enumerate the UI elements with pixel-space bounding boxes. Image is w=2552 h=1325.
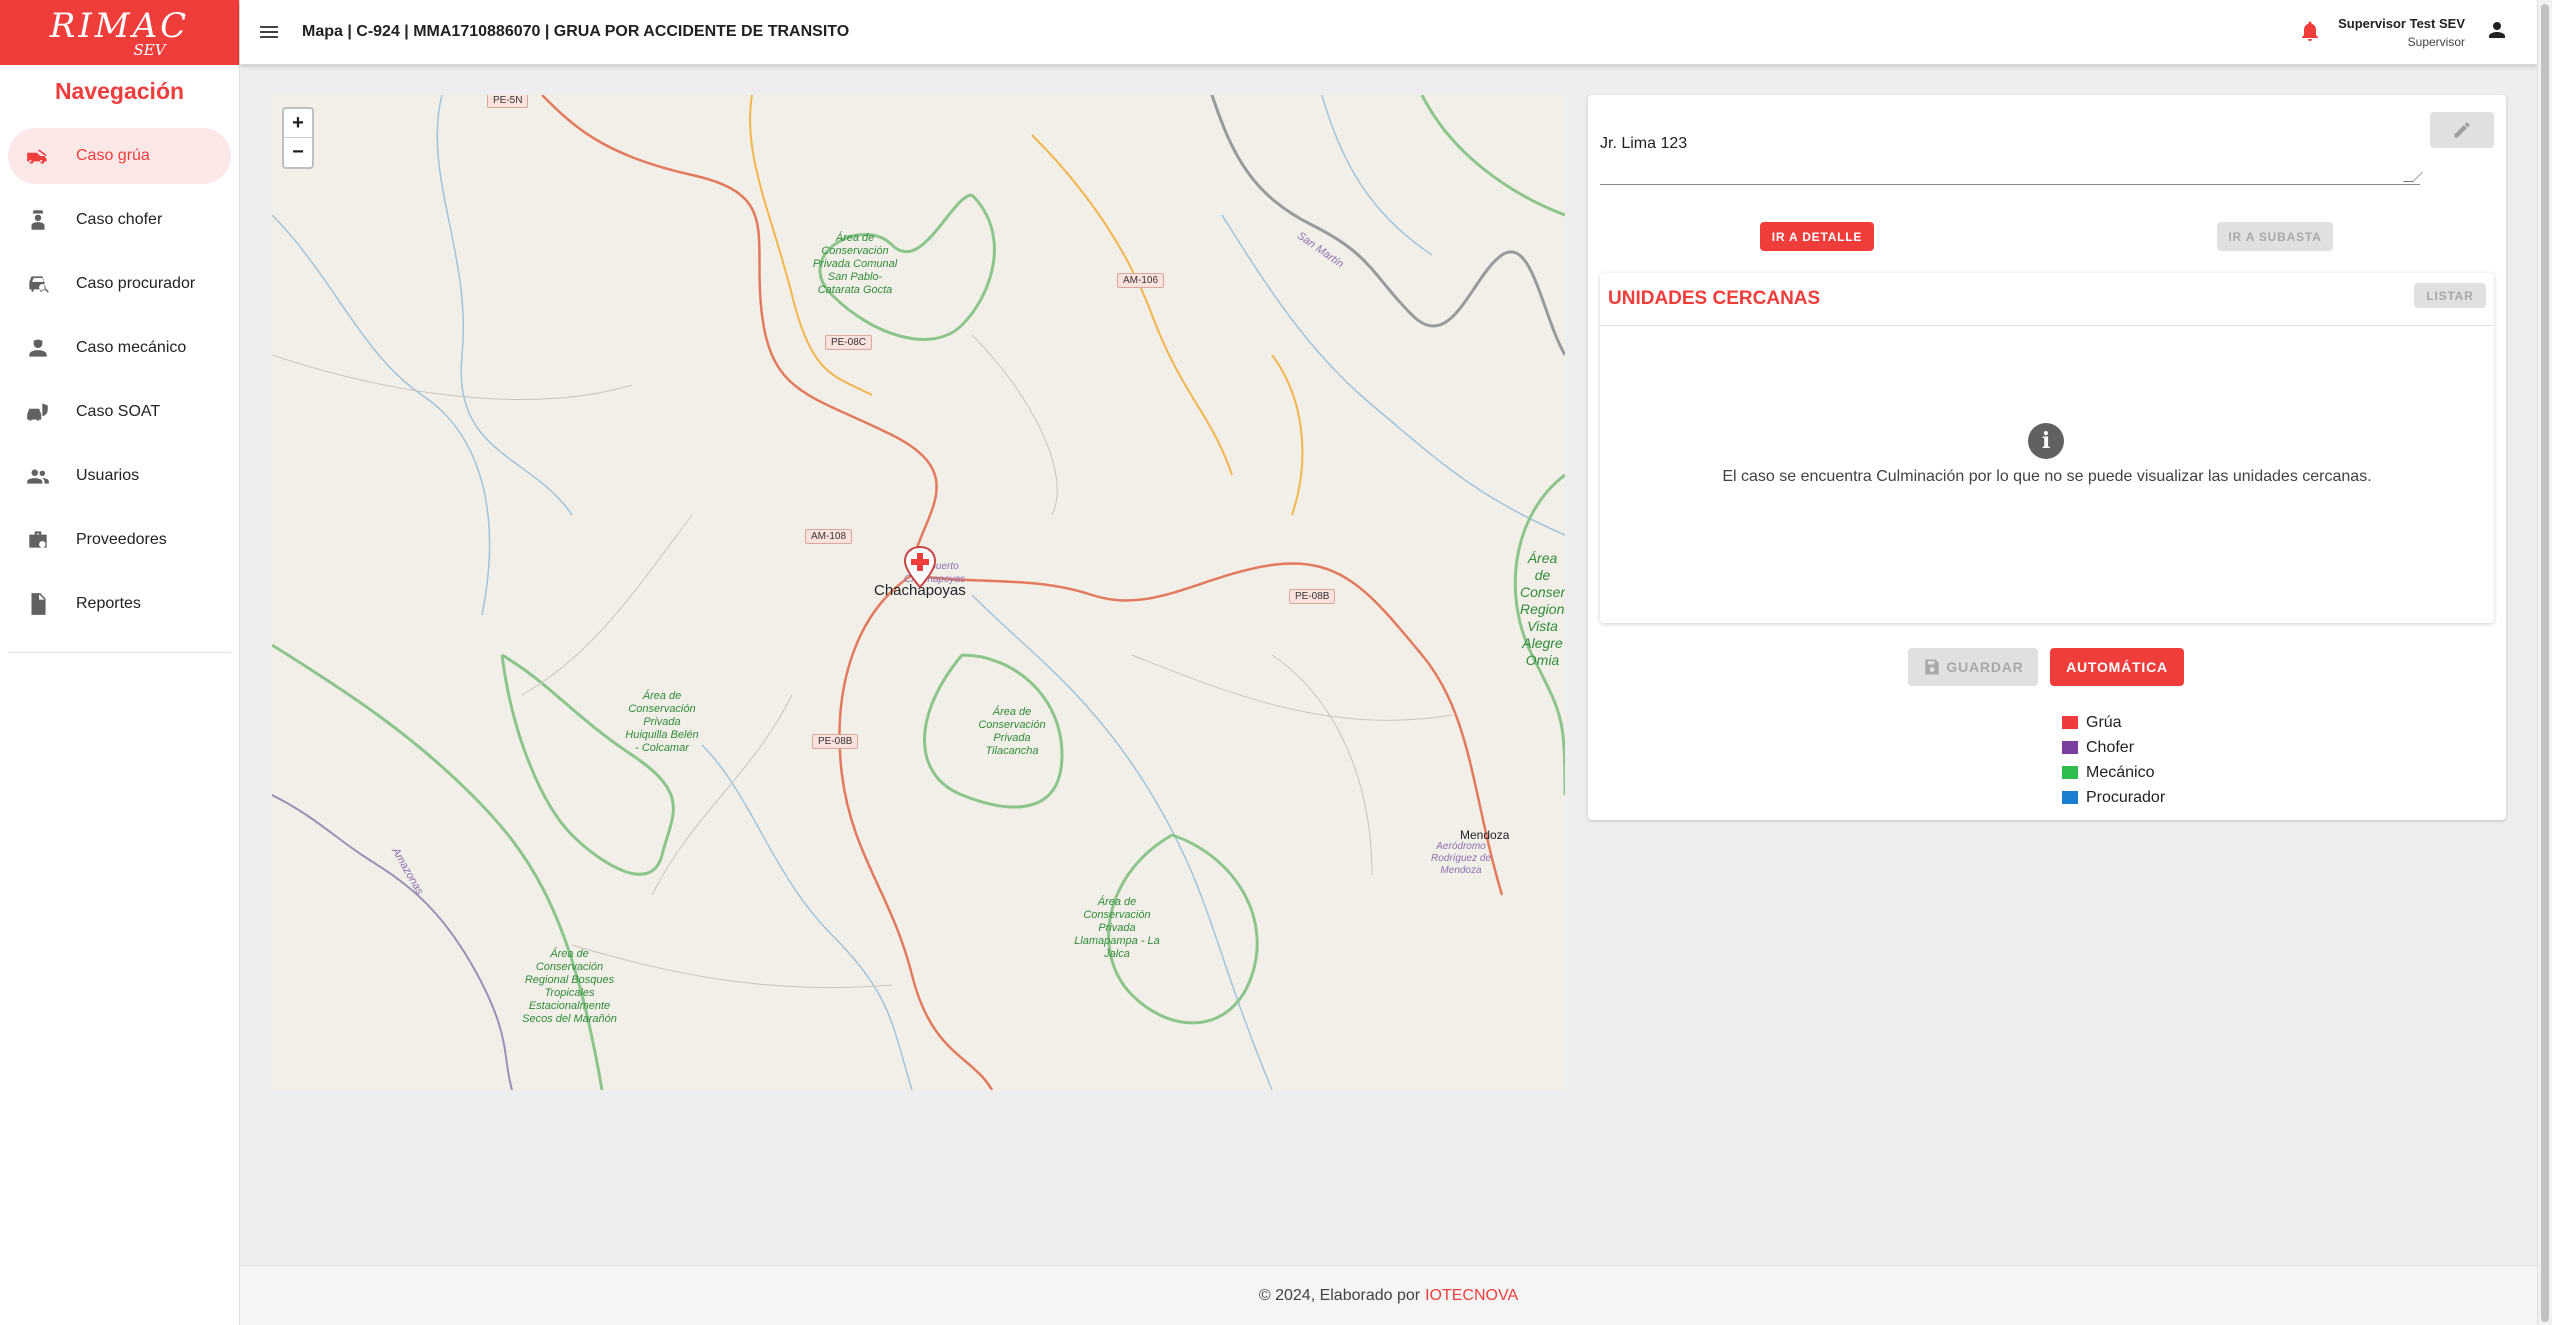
automatic-button[interactable]: AUTOMÁTICA bbox=[2050, 648, 2184, 686]
legend-swatch bbox=[2062, 791, 2078, 804]
footer-text: © 2024, Elaborado por bbox=[1258, 1286, 1421, 1304]
road-shield: AM-108 bbox=[805, 529, 853, 544]
legend-label: Chofer bbox=[2086, 738, 2135, 756]
resize-grip-icon[interactable] bbox=[2403, 172, 2423, 182]
go-to-auction-button[interactable]: IR A SUBASTA bbox=[2217, 222, 2333, 251]
town-label: Mendoza bbox=[1460, 828, 1510, 842]
pencil-icon bbox=[2454, 122, 2470, 138]
map-view[interactable]: + − PE-5N AM-106 PE-08C AM-108 PE-08B PE… bbox=[272, 95, 1565, 1090]
sidebar-item-label: Proveedores bbox=[76, 531, 167, 548]
zoom-control: + − bbox=[282, 107, 314, 169]
sidebar-item-label: Caso SOAT bbox=[76, 403, 161, 420]
road-shield: PE-5N bbox=[487, 95, 529, 108]
tow-truck-icon bbox=[24, 142, 52, 170]
info-message: El caso se encuentra Culminación por lo … bbox=[1722, 468, 2372, 485]
page-scrollbar[interactable] bbox=[2537, 0, 2552, 1325]
area-label: Área de Conservación Privada Llamapampa … bbox=[1074, 896, 1160, 960]
legend-swatch bbox=[2062, 766, 2078, 779]
sidebar: RIMAC SEV Navegación Caso grúa Caso chof… bbox=[0, 0, 240, 1325]
edit-button[interactable] bbox=[2430, 112, 2494, 148]
address-textarea[interactable]: Jr. Lima 123 bbox=[1600, 125, 2423, 185]
legend-item-mecanico: Mecánico bbox=[2062, 760, 2165, 785]
nearby-units-header: UNIDADES CERCANAS bbox=[1600, 273, 2494, 326]
sidebar-item-caso-grua[interactable]: Caso grúa bbox=[8, 128, 231, 184]
road-shield: PE-08C bbox=[825, 335, 873, 350]
legend-swatch bbox=[2062, 716, 2078, 729]
sidebar-item-label: Caso procurador bbox=[76, 275, 196, 292]
sidebar-item-caso-mecanico[interactable]: Caso mecánico bbox=[8, 320, 231, 376]
hamburger-menu-icon[interactable] bbox=[256, 19, 282, 45]
footer: © 2024, Elaborado por IOTECNOVA bbox=[240, 1265, 2537, 1325]
legend-item-chofer: Chofer bbox=[2062, 735, 2165, 760]
nav-list: Caso grúa Caso chofer Caso procurador Ca… bbox=[8, 128, 231, 653]
sidebar-item-label: Caso grúa bbox=[76, 147, 150, 164]
providers-icon bbox=[24, 526, 52, 554]
sidebar-item-label: Caso mecánico bbox=[76, 339, 187, 356]
car-search-icon bbox=[24, 270, 52, 298]
user-role: Supervisor bbox=[2407, 35, 2465, 49]
road-shield: PE-08B bbox=[812, 734, 859, 749]
case-panel: Jr. Lima 123 IR A DETALLE IR A SUBASTA U… bbox=[1588, 95, 2506, 820]
map-pin-icon[interactable] bbox=[902, 545, 938, 589]
chauffeur-icon bbox=[24, 206, 52, 234]
area-label: Área de Conservación Privada Comunal San… bbox=[812, 232, 898, 296]
logo-sub-text: SEV bbox=[133, 40, 166, 59]
save-button[interactable]: GUARDAR bbox=[1908, 648, 2038, 686]
report-icon bbox=[24, 590, 52, 618]
nav-title: Navegación bbox=[54, 78, 185, 104]
airport-label: Aeródromo Rodríguez de Mendoza bbox=[1430, 841, 1492, 876]
bell-icon[interactable] bbox=[2298, 19, 2326, 47]
area-label: Área de Conservación Privada Tilacancha bbox=[978, 706, 1046, 757]
info-icon: i bbox=[2028, 423, 2064, 459]
sidebar-item-caso-chofer[interactable]: Caso chofer bbox=[8, 192, 231, 248]
sidebar-item-label: Usuarios bbox=[76, 467, 140, 484]
user-name: Supervisor Test SEV bbox=[2338, 16, 2465, 31]
legend-item-procurador: Procurador bbox=[2062, 785, 2165, 810]
area-label: Área de Conservación Regional Vista Aleg… bbox=[1520, 550, 1565, 668]
zoom-out-button[interactable]: − bbox=[284, 138, 312, 167]
sidebar-item-usuarios[interactable]: Usuarios bbox=[8, 448, 231, 504]
road-shield: PE-08B bbox=[1289, 589, 1336, 604]
user-area: Supervisor Test SEV Supervisor bbox=[2298, 0, 2509, 65]
account-icon[interactable] bbox=[2485, 18, 2509, 47]
users-icon bbox=[24, 462, 52, 490]
sidebar-item-label: Caso chofer bbox=[76, 211, 163, 228]
legend-label: Procurador bbox=[2086, 788, 2166, 806]
footer-brand-link[interactable]: IOTECNOVA bbox=[1425, 1287, 1518, 1305]
list-button[interactable]: LISTAR bbox=[2414, 283, 2486, 308]
mechanic-icon bbox=[24, 334, 52, 362]
road-shield: AM-106 bbox=[1117, 273, 1165, 288]
logo-main-text: RIMAC bbox=[49, 5, 190, 46]
sidebar-item-label: Reportes bbox=[76, 595, 141, 612]
legend-item-grua: Grúa bbox=[2062, 710, 2165, 735]
legend-label: Mecánico bbox=[2086, 763, 2155, 781]
address-value: Jr. Lima 123 bbox=[1600, 135, 1688, 152]
area-label: Área de Conservación Privada Huiquilla B… bbox=[625, 690, 699, 754]
zoom-in-button[interactable]: + bbox=[284, 109, 312, 138]
unit-legend: Grúa Chofer Mecánico Procurador bbox=[2062, 710, 2165, 810]
legend-label: Grúa bbox=[2086, 713, 2122, 731]
scrollbar-thumb[interactable] bbox=[2541, 4, 2549, 1322]
sidebar-item-proveedores[interactable]: Proveedores bbox=[8, 512, 231, 568]
area-label: Área de Conservación Regional Bosques Tr… bbox=[522, 948, 617, 1025]
sidebar-item-reportes[interactable]: Reportes bbox=[8, 576, 231, 632]
sidebar-item-caso-procurador[interactable]: Caso procurador bbox=[8, 256, 231, 312]
save-button-label: GUARDAR bbox=[1946, 659, 2024, 675]
rimac-logo[interactable]: RIMAC SEV bbox=[0, 0, 239, 65]
go-to-detail-button[interactable]: IR A DETALLE bbox=[1760, 222, 1874, 251]
page-title: Mapa | C-924 | MMA1710886070 | GRUA POR … bbox=[302, 23, 850, 40]
nearby-units-card: UNIDADES CERCANAS LISTAR i El caso se en… bbox=[1600, 273, 2494, 623]
nearby-units-title: UNIDADES CERCANAS bbox=[1608, 288, 1821, 309]
sidebar-item-caso-soat[interactable]: Caso SOAT bbox=[8, 384, 231, 440]
user-info: Supervisor Test SEV Supervisor bbox=[2338, 16, 2465, 49]
floppy-disk-icon bbox=[1925, 659, 1940, 675]
legend-swatch bbox=[2062, 741, 2078, 754]
insurance-car-icon bbox=[24, 398, 52, 426]
top-bar: Mapa | C-924 | MMA1710886070 | GRUA POR … bbox=[240, 0, 2537, 65]
